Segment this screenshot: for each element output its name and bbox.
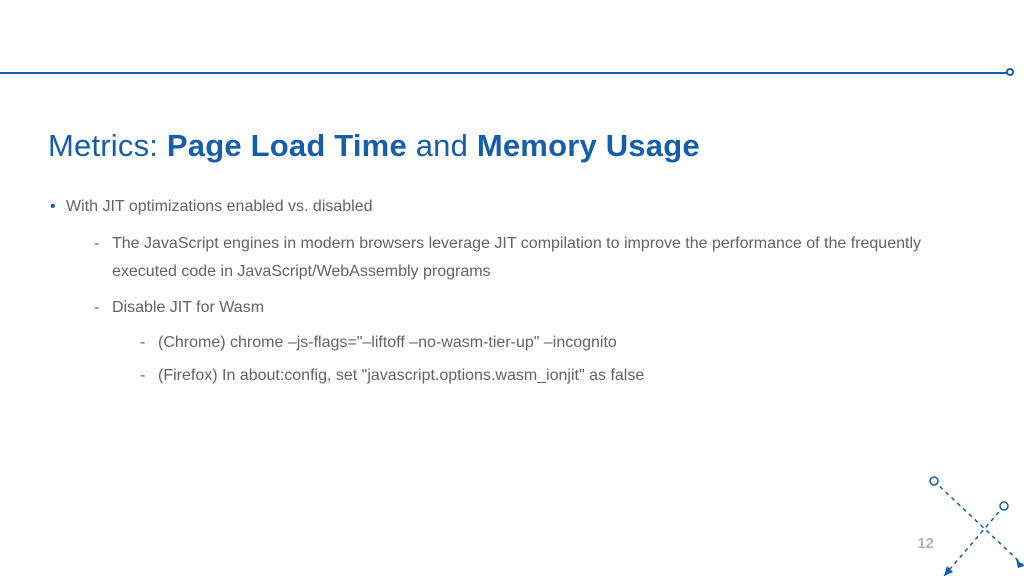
bullet-text: The JavaScript engines in modern browser… [112, 235, 921, 280]
slide-content: Metrics: Page Load Time and Memory Usage… [48, 128, 964, 399]
title-mid: and [407, 128, 477, 163]
bullet-text: With JIT optimizations enabled vs. disab… [66, 198, 373, 215]
bullet-text: Disable JIT for Wasm [112, 299, 264, 316]
title-bold-1: Page Load Time [167, 128, 407, 163]
bullet-level3: (Chrome) chrome –js-flags="–liftoff –no-… [140, 328, 964, 358]
page-number: 12 [917, 535, 934, 552]
header-divider-endpoint [1006, 68, 1014, 76]
corner-decoration [904, 466, 1024, 576]
bullet-text: (Chrome) chrome –js-flags="–liftoff –no-… [158, 334, 617, 351]
bullet-list: With JIT optimizations enabled vs. disab… [48, 194, 964, 391]
bullet-level1: With JIT optimizations enabled vs. disab… [48, 194, 964, 391]
header-divider [0, 72, 1010, 74]
bullet-sublist: The JavaScript engines in modern browser… [66, 230, 964, 391]
bullet-text: (Firefox) In about:config, set "javascri… [158, 367, 644, 384]
title-prefix: Metrics: [48, 128, 167, 163]
bullet-level3: (Firefox) In about:config, set "javascri… [140, 361, 964, 391]
slide-title: Metrics: Page Load Time and Memory Usage [48, 128, 964, 164]
bullet-level2: The JavaScript engines in modern browser… [94, 230, 964, 286]
bullet-level2: Disable JIT for Wasm (Chrome) chrome –js… [94, 294, 964, 391]
title-bold-2: Memory Usage [477, 128, 700, 163]
bullet-subsublist: (Chrome) chrome –js-flags="–liftoff –no-… [112, 328, 964, 391]
